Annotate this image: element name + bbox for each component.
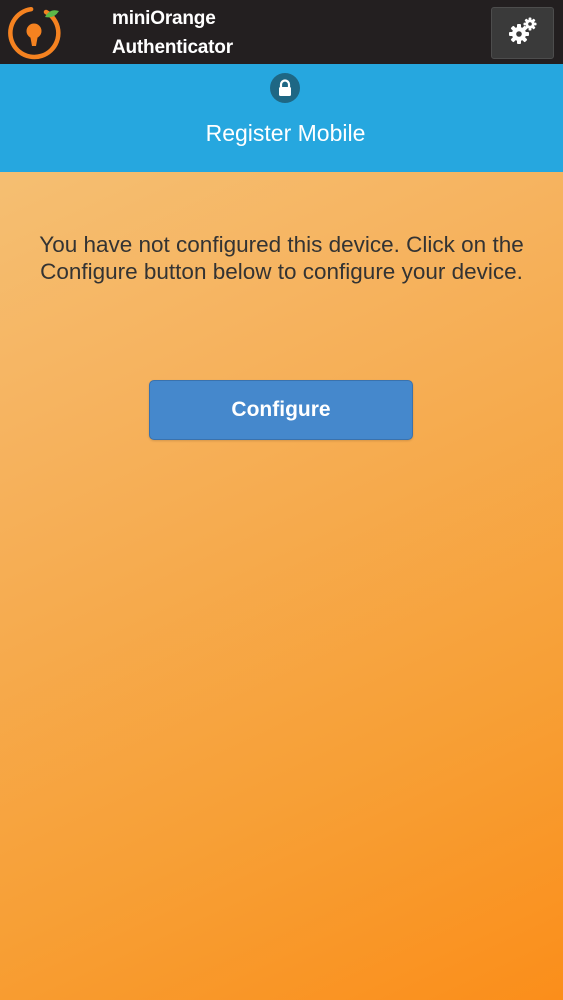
page-title: Register Mobile	[205, 120, 366, 146]
settings-button[interactable]	[491, 7, 554, 59]
miniorange-logo-icon	[6, 6, 62, 62]
not-configured-message: You have not configured this device. Cli…	[39, 232, 524, 284]
configure-button[interactable]: Configure	[149, 380, 413, 440]
gears-icon	[507, 16, 539, 50]
lock-icon	[270, 73, 300, 103]
page-header: Register Mobile	[0, 64, 563, 172]
app-screen: miniOrange Authenticator Register Mobile…	[0, 0, 563, 1000]
app-title-line1: miniOrange	[112, 8, 216, 29]
top-bar: miniOrange Authenticator	[0, 0, 563, 65]
app-title-line2: Authenticator	[112, 37, 233, 58]
app-title: miniOrange Authenticator	[112, 4, 233, 62]
